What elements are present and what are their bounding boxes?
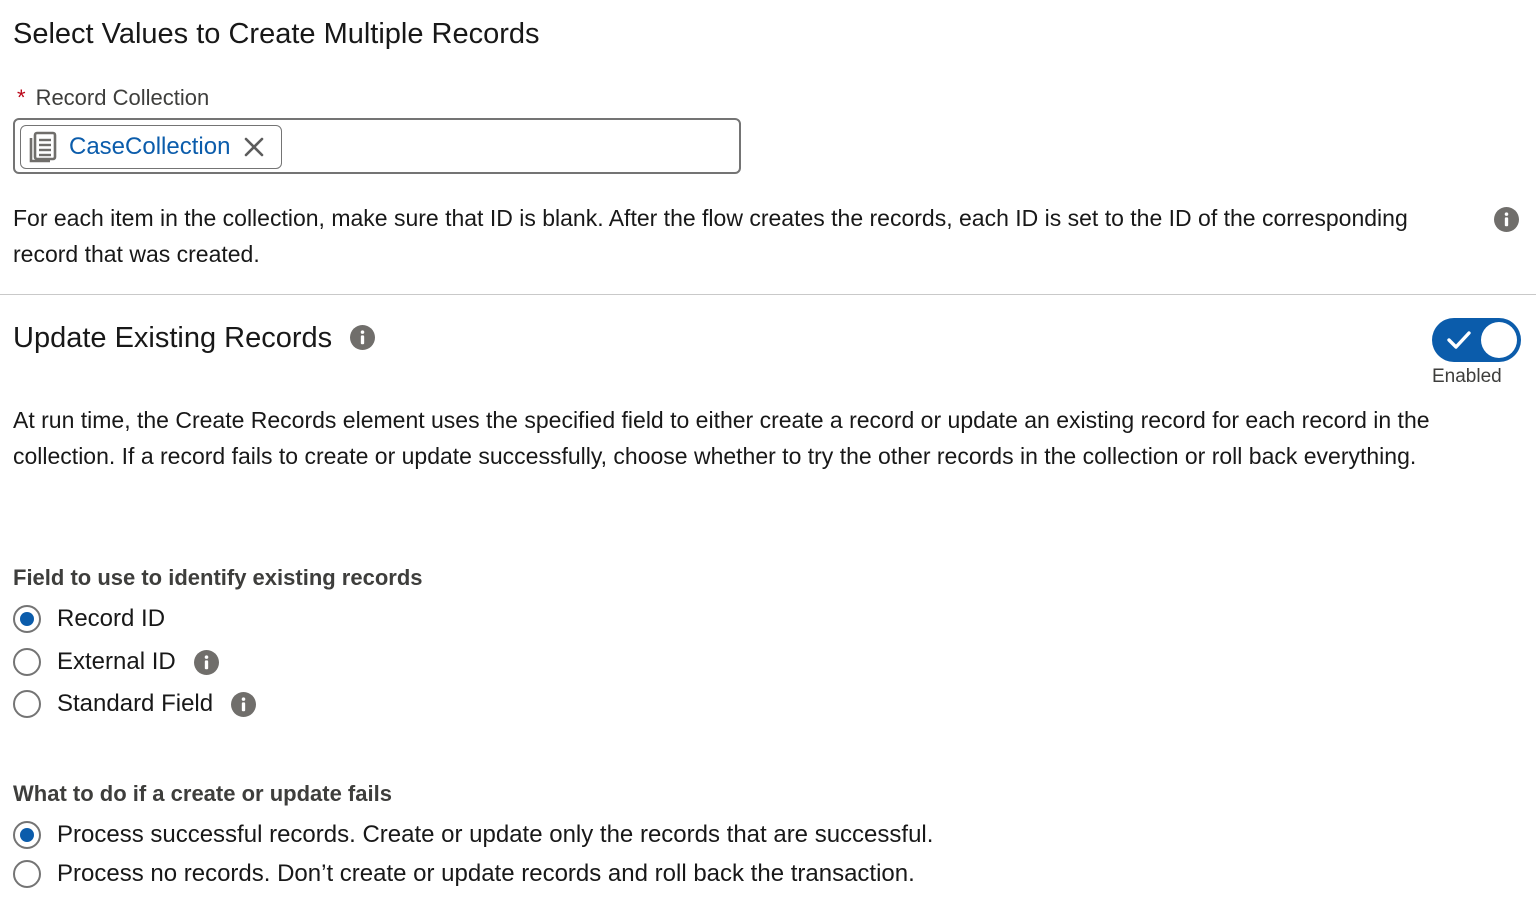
info-icon[interactable] bbox=[1494, 207, 1519, 232]
radio-button[interactable] bbox=[13, 648, 41, 676]
radio-label: Process successful records. Create or up… bbox=[57, 821, 934, 848]
required-marker: * bbox=[17, 85, 26, 110]
toggle-state-label: Enabled bbox=[1432, 366, 1502, 387]
radio-label: External ID bbox=[57, 648, 176, 675]
radio-label: Process no records. Don’t create or upda… bbox=[57, 860, 915, 887]
radio-process-successful[interactable]: Process successful records. Create or up… bbox=[13, 818, 933, 852]
section-title: Select Values to Create Multiple Records bbox=[13, 18, 540, 50]
identify-field-label: Field to use to identify existing record… bbox=[13, 565, 423, 590]
radio-button[interactable] bbox=[13, 860, 41, 888]
check-icon bbox=[1447, 331, 1471, 349]
failure-handling-label: What to do if a create or update fails bbox=[13, 781, 392, 806]
radio-button[interactable] bbox=[13, 605, 41, 633]
update-existing-title: Update Existing Records bbox=[13, 322, 333, 354]
create-records-panel: Select Values to Create Multiple Records… bbox=[0, 0, 1536, 904]
radio-process-none[interactable]: Process no records. Don’t create or upda… bbox=[13, 857, 915, 891]
collection-variable-icon bbox=[25, 129, 61, 165]
radio-button[interactable] bbox=[13, 690, 41, 718]
radio-label: Record ID bbox=[57, 605, 166, 632]
radio-button[interactable] bbox=[13, 821, 41, 849]
radio-record-id[interactable]: Record ID bbox=[13, 602, 165, 636]
update-existing-description: At run time, the Create Records element … bbox=[13, 407, 1430, 469]
radio-label: Standard Field bbox=[57, 690, 214, 717]
info-icon[interactable] bbox=[231, 691, 257, 717]
update-existing-toggle[interactable] bbox=[1432, 318, 1521, 362]
info-icon[interactable] bbox=[193, 649, 219, 675]
section-divider bbox=[0, 294, 1536, 295]
record-collection-input[interactable]: CaseCollection bbox=[13, 118, 741, 174]
record-collection-label-text: Record Collection bbox=[35, 85, 210, 110]
record-collection-help-text: For each item in the collection, make su… bbox=[13, 205, 1408, 267]
radio-external-id[interactable]: External ID bbox=[13, 645, 219, 679]
close-icon[interactable] bbox=[240, 133, 268, 161]
selected-collection-pill[interactable]: CaseCollection bbox=[20, 125, 282, 169]
record-collection-label: * Record Collection bbox=[17, 84, 209, 112]
toggle-knob bbox=[1481, 322, 1517, 358]
radio-standard-field[interactable]: Standard Field bbox=[13, 687, 257, 721]
info-icon[interactable] bbox=[350, 325, 375, 350]
selected-collection-label: CaseCollection bbox=[69, 133, 231, 160]
